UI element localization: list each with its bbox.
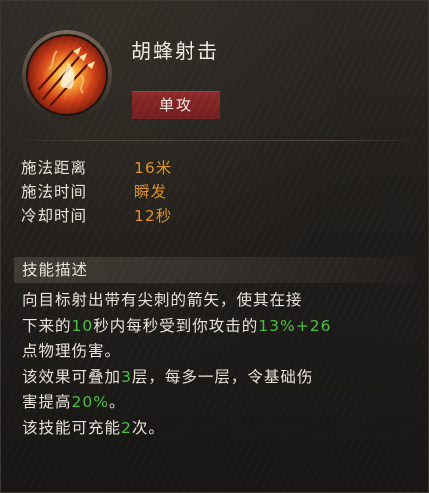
description-line: 该技能可充能2次。: [22, 418, 165, 437]
stat-value: 瞬发: [134, 183, 168, 201]
stat-row-cast-range: 施法距离 16米: [21, 156, 172, 180]
skill-stats: 施法距离 16米 施法时间 瞬发 冷却时间 12秒: [21, 156, 172, 228]
description-line: 点物理伤害。: [22, 342, 122, 360]
header-divider: [9, 140, 420, 141]
description-line: 害提高20%。: [22, 393, 126, 411]
skill-tag-badge: 单攻: [132, 91, 220, 120]
stat-label: 施法时间: [21, 183, 88, 201]
description-title: 技能描述: [22, 261, 89, 279]
skill-description: 向目标射出带有尖刺的箭矢，使其在接 下来的10秒内每秒受到你攻击的13%+26 …: [22, 288, 409, 441]
description-line: 下来的10秒内每秒受到你攻击的13%+26: [22, 316, 332, 335]
skill-name: 胡蜂射击: [131, 39, 219, 63]
skill-tooltip: 胡蜂射击 单攻 施法距离 16米 施法时间 瞬发 冷却时间 12秒 技能描述 向…: [0, 0, 429, 493]
description-line: 向目标射出带有尖刺的箭矢，使其在接: [22, 291, 303, 309]
stat-value: 12秒: [134, 207, 173, 225]
stat-value: 16米: [134, 159, 173, 177]
stat-row-cooldown: 冷却时间 12秒: [21, 204, 172, 228]
stat-label: 冷却时间: [21, 207, 88, 225]
flaming-arrows-icon: [21, 29, 113, 121]
stat-row-cast-time: 施法时间 瞬发: [21, 180, 172, 204]
stat-label: 施法距离: [21, 159, 88, 177]
description-line: 该效果可叠加3层，每多一层，令基础伤: [22, 367, 314, 386]
